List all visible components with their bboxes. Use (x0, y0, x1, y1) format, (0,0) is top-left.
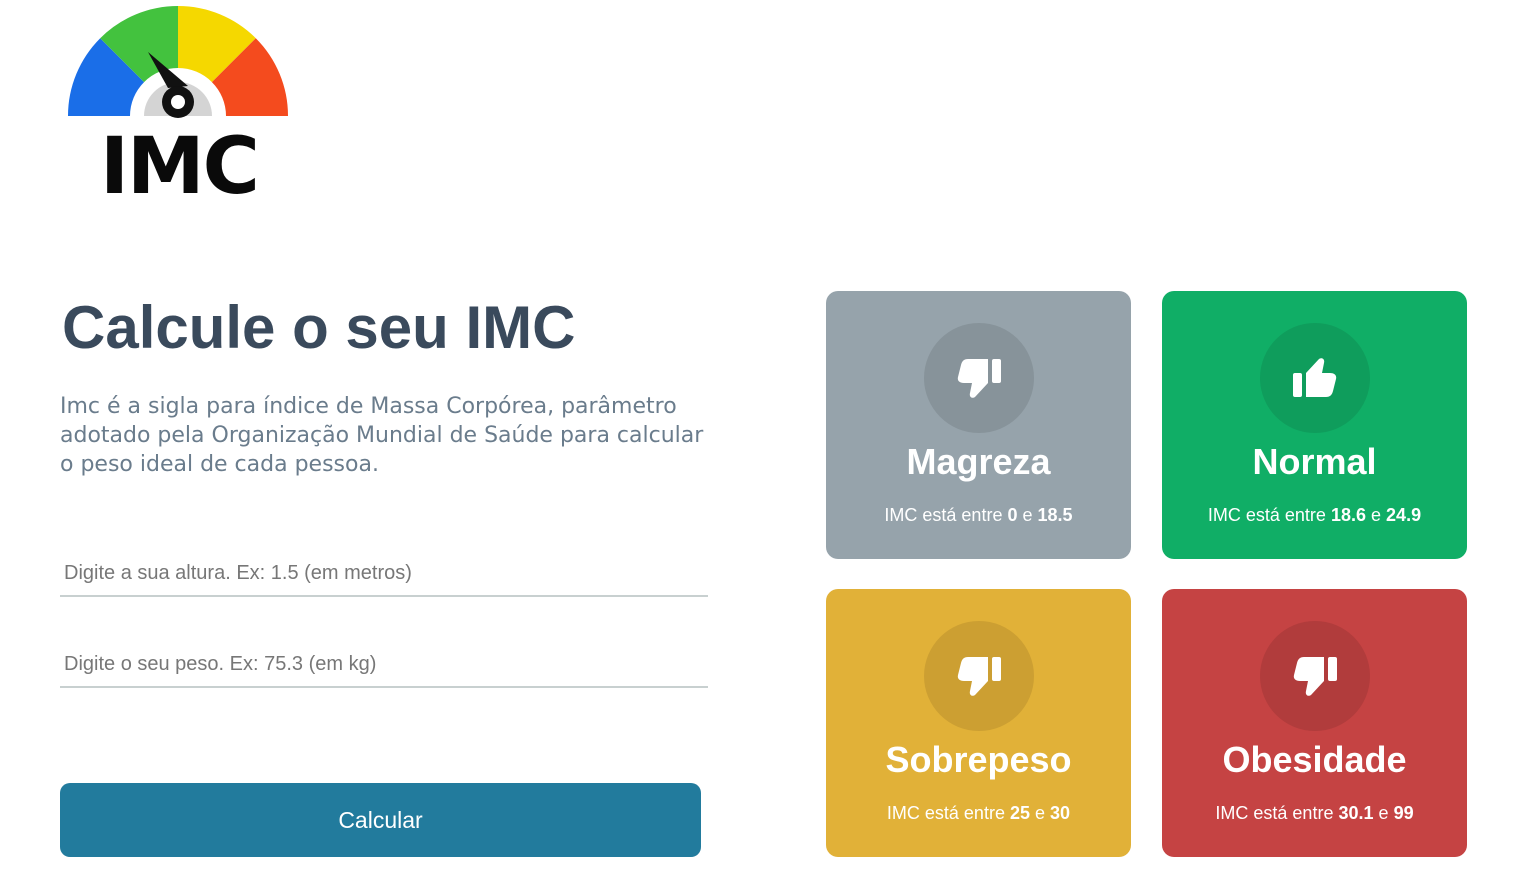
imc-logo: IMC (64, 4, 292, 212)
page-description: Imc é a sigla para índice de Massa Corpó… (60, 394, 704, 477)
intro-section: Calcule o seu IMC Imc é a sigla para índ… (60, 290, 710, 479)
card-title: Normal (1252, 441, 1377, 482)
range-max: 99 (1393, 803, 1414, 823)
logo-wordmark: IMC (100, 122, 260, 212)
range-joiner: e (1371, 505, 1382, 525)
range-max: 30 (1050, 803, 1071, 823)
card-title: Sobrepeso (885, 739, 1072, 780)
card-range: IMC está entre 25 e 30 (826, 803, 1131, 824)
height-input[interactable] (60, 539, 708, 597)
thumbs-down-icon (1293, 657, 1337, 696)
range-prefix: IMC está entre (884, 505, 1003, 525)
range-max: 24.9 (1386, 505, 1422, 525)
range-prefix: IMC está entre (1215, 803, 1334, 823)
thumbs-up-icon (1293, 358, 1337, 397)
range-joiner: e (1035, 803, 1046, 823)
page-title: Calcule o seu IMC (62, 294, 576, 361)
thumbs-down-icon (957, 359, 1001, 398)
card-title: Magreza (906, 441, 1051, 482)
range-joiner: e (1022, 505, 1033, 525)
card-icon-circle (924, 323, 1034, 433)
range-max: 18.5 (1037, 505, 1073, 525)
card-obesidade[interactable]: Obesidade IMC está entre 30.1 e 99 (1162, 589, 1467, 857)
gauge-icon (67, 5, 288, 118)
calculate-button[interactable]: Calcular (60, 783, 701, 857)
range-min: 0 (1007, 505, 1018, 525)
card-range: IMC está entre 0 e 18.5 (826, 505, 1131, 526)
card-icon-circle (924, 621, 1034, 731)
weight-input[interactable] (60, 630, 708, 688)
card-normal[interactable]: Normal IMC está entre 18.6 e 24.9 (1162, 291, 1467, 559)
thumbs-down-icon (957, 657, 1001, 696)
range-joiner: e (1378, 803, 1389, 823)
card-sobrepeso[interactable]: Sobrepeso IMC está entre 25 e 30 (826, 589, 1131, 857)
range-prefix: IMC está entre (886, 803, 1005, 823)
range-min: 30.1 (1338, 803, 1374, 823)
card-icon-circle (1260, 621, 1370, 731)
card-title: Obesidade (1222, 739, 1407, 780)
range-min: 25 (1009, 803, 1030, 823)
card-range: IMC está entre 30.1 e 99 (1162, 803, 1467, 824)
card-range: IMC está entre 18.6 e 24.9 (1162, 505, 1467, 526)
card-icon-circle (1260, 323, 1370, 433)
card-magreza[interactable]: Magreza IMC está entre 0 e 18.5 (826, 291, 1131, 559)
range-min: 18.6 (1330, 505, 1366, 525)
range-prefix: IMC está entre (1207, 505, 1326, 525)
